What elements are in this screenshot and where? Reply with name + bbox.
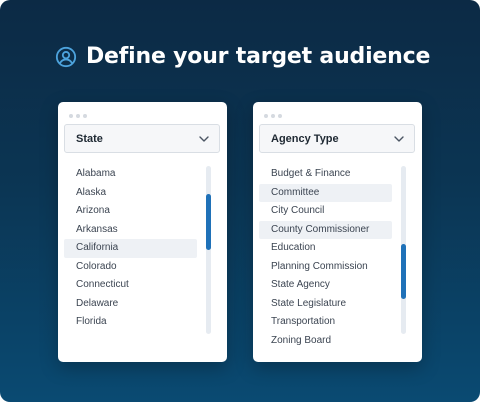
- agency-select-value: Agency Type: [271, 132, 339, 145]
- list-item[interactable]: Alaska: [64, 184, 197, 203]
- list-item[interactable]: Colorado: [64, 258, 197, 277]
- list-item[interactable]: Transportation: [259, 313, 392, 332]
- list-item[interactable]: Arkansas: [64, 221, 197, 240]
- list-item[interactable]: State Legislature: [259, 295, 392, 314]
- list-item[interactable]: State Agency: [259, 276, 392, 295]
- agency-options-list: Budget & Finance Committee City Council …: [259, 165, 392, 350]
- list-item[interactable]: County Commissioner: [259, 220, 392, 239]
- list-item[interactable]: City Council: [259, 202, 392, 221]
- section-heading: Define your target audience: [55, 44, 430, 69]
- agency-scrollbar[interactable]: [401, 166, 406, 334]
- agency-type-select[interactable]: Agency Type: [259, 124, 415, 153]
- agency-filter-card: Agency Type Budget & Finance Committee C…: [253, 102, 422, 362]
- agency-scroll-thumb[interactable]: [401, 243, 406, 300]
- list-item[interactable]: Connecticut: [64, 276, 197, 295]
- list-item[interactable]: California: [64, 239, 197, 258]
- list-item[interactable]: Alabama: [64, 165, 197, 184]
- user-circle-icon: [55, 46, 77, 67]
- list-item[interactable]: Planning Commission: [259, 258, 392, 277]
- page-title: Define your target audience: [86, 44, 431, 69]
- window-dots: [264, 114, 282, 118]
- state-options-list: Alabama Alaska Arizona Arkansas Californ…: [64, 165, 197, 332]
- list-item[interactable]: Florida: [64, 313, 197, 332]
- list-item[interactable]: Delaware: [64, 295, 197, 314]
- list-item[interactable]: Committee: [259, 183, 392, 202]
- list-item[interactable]: Education: [259, 239, 392, 258]
- state-scroll-thumb[interactable]: [206, 194, 211, 250]
- chevron-down-icon: [394, 135, 404, 142]
- list-item[interactable]: Zoning Board: [259, 332, 392, 351]
- window-dots: [69, 114, 87, 118]
- chevron-down-icon: [199, 135, 209, 142]
- state-scrollbar[interactable]: [206, 166, 211, 334]
- audience-stage: Define your target audience State Alabam…: [0, 0, 480, 402]
- list-item[interactable]: Budget & Finance: [259, 165, 392, 184]
- state-select[interactable]: State: [64, 124, 220, 153]
- list-item[interactable]: Arizona: [64, 202, 197, 221]
- state-select-value: State: [76, 132, 103, 145]
- state-filter-card: State Alabama Alaska Arizona Arkansas Ca…: [58, 102, 227, 362]
